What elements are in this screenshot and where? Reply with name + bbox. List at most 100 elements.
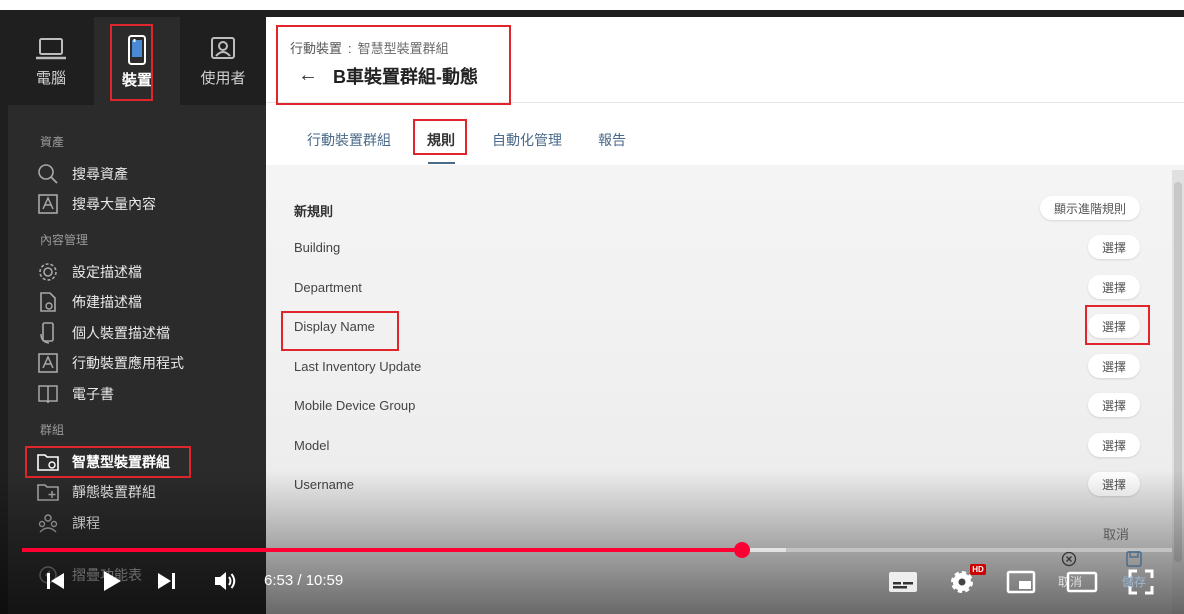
main-panel: 行動裝置: 智慧型裝置群組 ← B車裝置群組-動態 行動裝置群組 規則 自動化管理… [266,17,1184,614]
criteria-name: Display Name [294,319,375,334]
miniplayer-button[interactable] [1006,569,1036,595]
sidebar-item-mobile-apps[interactable]: 行動裝置應用程式 [36,351,184,375]
document-gear-icon [36,291,60,313]
choose-button[interactable]: 選擇 [1088,433,1141,457]
sidebar-item-smart-groups[interactable]: 智慧型裝置群組 [36,450,170,474]
tab-rules[interactable]: 規則 [427,130,455,150]
tab-computers[interactable]: 電腦 [8,17,94,105]
previous-icon [47,573,64,589]
sidebar-item-search-bulk[interactable]: 搜尋大量內容 [36,192,156,216]
sidebar-item-label: 搜尋資產 [72,166,128,182]
bulk-content-icon [36,193,60,215]
tab-devices-label: 裝置 [121,72,152,89]
choose-button[interactable]: 選擇 [1088,235,1141,259]
tab-computers-label: 電腦 [35,70,66,87]
time-display: 6:53 / 10:59 [264,572,344,589]
left-edge [0,10,8,614]
volume-icon [215,572,236,590]
sidebar-item-label: 智慧型裝置群組 [72,454,170,470]
underlying-save-label: 儲存 [1122,575,1147,589]
sidebar-item-label: 課程 [72,515,100,531]
criteria-row: Department 選擇 [294,273,1144,303]
criteria-row: Building 選擇 [294,233,1144,263]
video-frame: 電腦 裝置 使用者 資產 搜尋資產 搜尋大量內容 內容管理 設定描述檔 佈建描述… [0,0,1184,614]
close-circle-icon [1060,550,1078,568]
sidebar-item-personal-profiles[interactable]: 個人裝置描述檔 [36,321,170,345]
users-icon [211,37,235,59]
new-rule-label: 新規則 [294,204,334,219]
next-button[interactable] [154,568,180,594]
sidebar-item-classes[interactable]: 課程 [36,511,100,535]
tab-bar: 行動裝置群組 規則 自動化管理 報告 [266,103,1184,165]
breadcrumb-link[interactable]: 智慧型裝置群組 [358,41,449,56]
choose-button[interactable]: 選擇 [1088,354,1141,378]
back-arrow-icon[interactable]: ← [298,64,318,87]
criteria-name: Mobile Device Group [294,398,416,413]
sidebar-item-ebooks[interactable]: 電子書 [36,382,114,406]
criteria-name: Model [294,438,330,453]
tab-reports[interactable]: 報告 [598,130,626,150]
gear-icon [36,261,60,283]
hd-badge: HD [970,564,986,575]
sidebar-item-label: 個人裝置描述檔 [72,325,170,341]
section-content-management: 內容管理 [40,233,89,247]
sidebar-item-label: 靜態裝置群組 [72,484,156,500]
choose-button[interactable]: 選擇 [1088,472,1141,496]
sidebar-item-label: 行動裝置應用程式 [72,355,184,371]
subtitles-icon [889,572,917,592]
volume-button[interactable] [212,567,240,595]
scrollbar-thumb[interactable] [1174,182,1182,562]
choose-button[interactable]: 選擇 [1088,275,1141,299]
criteria-name: Username [294,477,354,492]
sidebar-item-label: 搜尋大量內容 [72,196,156,212]
criteria-row: Username 選擇 [294,470,1144,500]
criteria-row: Model 選擇 [294,431,1144,461]
tab-users[interactable]: 使用者 [180,17,266,105]
active-tab-indicator [428,162,455,164]
section-groups: 群組 [40,423,65,437]
miniplayer-icon [1006,570,1036,594]
criteria-name: Building [294,240,341,255]
book-icon [36,383,60,405]
sidebar-item-static-groups[interactable]: 靜態裝置群組 [36,480,156,504]
scrollbar[interactable] [1172,170,1184,614]
tab-devices[interactable]: 裝置 [94,17,180,105]
next-icon [158,573,175,589]
breadcrumb-root: 行動裝置 [290,41,343,56]
choose-button[interactable]: 選擇 [1088,314,1141,338]
page-header: 行動裝置: 智慧型裝置群組 ← B車裝置群組-動態 [266,17,1184,103]
sidebar-item-config-profiles[interactable]: 設定描述檔 [36,260,142,284]
progress-scrubber[interactable] [734,542,750,558]
smart-folder-icon [36,451,60,473]
play-button[interactable] [99,568,125,594]
phone-hand-icon [36,322,60,344]
previous-button[interactable] [42,568,68,594]
sidebar-top-nav: 電腦 裝置 使用者 [8,17,266,105]
subtitles-button[interactable] [888,570,918,594]
criteria-row: Mobile Device Group 選擇 [294,391,1144,421]
tab-automation[interactable]: 自動化管理 [492,130,562,150]
sidebar-item-label: 設定描述檔 [72,264,142,280]
page-title: B車裝置群組-動態 [333,67,478,87]
show-advanced-rules-button[interactable]: 顯示進階規則 [1040,196,1141,220]
new-rule-row: 新規則 顯示進階規則 [294,194,1144,224]
sidebar-item-build-profiles[interactable]: 佈建描述檔 [36,290,142,314]
progress-played [22,548,742,552]
sidebar: 電腦 裝置 使用者 資產 搜尋資產 搜尋大量內容 內容管理 設定描述檔 佈建描述… [8,17,266,614]
search-icon [36,163,60,185]
tab-mobile-device-groups[interactable]: 行動裝置群組 [307,130,391,150]
laptop-icon [36,38,66,60]
tab-users-label: 使用者 [200,70,246,87]
choose-button[interactable]: 選擇 [1088,393,1141,417]
underlying-cancel-label: 取消 [1058,575,1083,589]
criteria-name: Last Inventory Update [294,359,422,374]
play-icon [104,571,121,591]
mobile-device-icon [128,35,146,65]
class-group-icon [36,512,60,534]
sidebar-item-search-assets[interactable]: 搜尋資產 [36,162,128,186]
cancel-link[interactable]: 取消 [1103,524,1129,543]
save-disk-icon [1124,549,1144,569]
top-strip [0,0,1184,17]
rules-panel: 新規則 顯示進階規則 Building 選擇 Department 選擇 Dis… [266,165,1184,614]
breadcrumb-separator: : [348,41,352,56]
